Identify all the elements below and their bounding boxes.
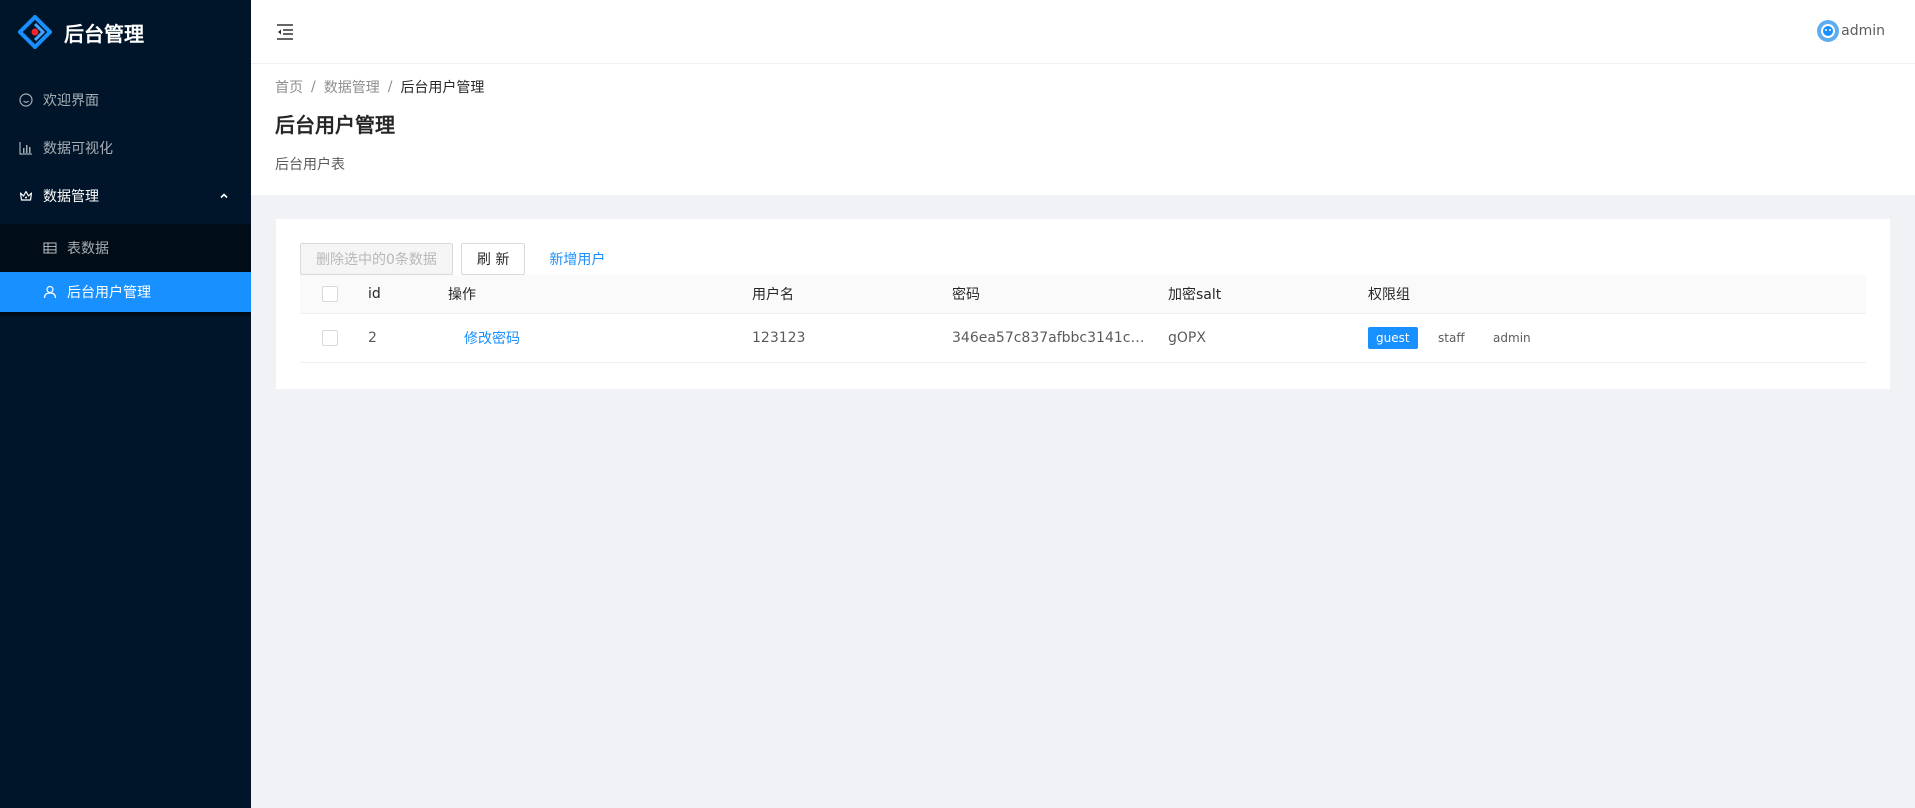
breadcrumb-separator: / — [387, 79, 393, 95]
sidebar: 后台管理 欢迎界面 数据可视化 数据管理 表数据 后台用户管理 — [0, 0, 251, 808]
delete-selected-button[interactable]: 删除选中的0条数据 — [300, 243, 453, 275]
sidebar-item-label: 表数据 — [67, 241, 109, 257]
cell-password: 346ea57c837afbbc3141cd771... — [944, 313, 1160, 363]
sidebar-item-visualization[interactable]: 数据可视化 — [0, 128, 251, 168]
change-password-link[interactable]: 修改密码 — [464, 331, 520, 347]
add-user-button[interactable]: 新增用户 — [533, 243, 621, 275]
smile-icon — [19, 93, 33, 107]
breadcrumb-home[interactable]: 首页 — [275, 77, 303, 97]
sidebar-item-data-management[interactable]: 数据管理 — [0, 176, 251, 216]
breadcrumb-separator: / — [311, 79, 316, 95]
cell-action: 修改密码 — [440, 313, 744, 363]
column-header-action: 操作 — [440, 275, 744, 314]
username: admin — [1841, 23, 1885, 39]
cell-roles: guest staff admin — [1360, 313, 1866, 363]
cell-username: 123123 — [744, 313, 944, 363]
breadcrumb-data-management[interactable]: 数据管理 — [324, 77, 380, 97]
top-header: admin — [251, 0, 1915, 64]
refresh-button[interactable]: 刷 新 — [460, 243, 526, 275]
sidebar-item-label: 数据管理 — [43, 189, 99, 205]
page-header: 首页 / 数据管理 / 后台用户管理 后台用户管理 后台用户表 — [251, 64, 1915, 195]
avatar — [1817, 20, 1840, 42]
column-header-salt: 加密salt — [1160, 275, 1360, 314]
sidebar-submenu: 表数据 后台用户管理 — [0, 224, 251, 316]
sidebar-item-welcome[interactable]: 欢迎界面 — [0, 80, 251, 120]
table-icon — [43, 241, 57, 255]
table-toolbar: 删除选中的0条数据 刷 新 新增用户 — [300, 243, 1866, 275]
table-row: 2 修改密码 123123 346ea57c837afbbc3141cd771.… — [300, 313, 1866, 363]
crown-icon — [19, 189, 33, 203]
role-tag-guest[interactable]: guest — [1368, 326, 1418, 349]
user-menu[interactable]: admin — [1817, 20, 1885, 42]
column-header-username[interactable]: 用户名 — [744, 275, 944, 314]
sidebar-item-admin-users[interactable]: 后台用户管理 — [0, 272, 251, 312]
app-title: 后台管理 — [64, 21, 144, 46]
select-all-cell — [300, 275, 360, 314]
role-tag-admin[interactable]: admin — [1485, 327, 1539, 349]
chevron-up-icon — [220, 193, 228, 199]
users-table: id 操作 用户名 密码 加密salt 权限组 2 修改密码 123123 34… — [300, 275, 1866, 363]
page-title: 后台用户管理 — [275, 113, 395, 137]
role-tag-staff[interactable]: staff — [1430, 327, 1473, 349]
row-checkbox[interactable] — [322, 329, 338, 346]
breadcrumb: 首页 / 数据管理 / 后台用户管理 — [275, 76, 1891, 98]
column-header-password: 密码 — [944, 275, 1160, 314]
sidebar-item-table-data[interactable]: 表数据 — [0, 228, 251, 268]
sidebar-item-label: 后台用户管理 — [67, 285, 151, 301]
user-icon — [43, 285, 57, 299]
page-description: 后台用户表 — [275, 157, 345, 173]
password-hash: 346ea57c837afbbc3141cd771... — [952, 329, 1152, 346]
sidebar-menu: 欢迎界面 数据可视化 数据管理 表数据 后台用户管理 — [0, 80, 251, 316]
bar-chart-icon — [19, 141, 33, 155]
cell-salt: gOPX — [1160, 313, 1360, 363]
app-logo-icon — [18, 15, 52, 49]
breadcrumb-current: 后台用户管理 — [400, 80, 485, 96]
cell-id: 2 — [360, 313, 440, 363]
table-header-row: id 操作 用户名 密码 加密salt 权限组 — [300, 275, 1866, 314]
column-header-id[interactable]: id — [360, 275, 440, 314]
logo[interactable]: 后台管理 — [0, 0, 251, 64]
avatar-icon — [1821, 24, 1836, 38]
row-select-cell — [300, 313, 360, 363]
content-card: 删除选中的0条数据 刷 新 新增用户 id 操作 用户名 密码 加密salt 权… — [276, 219, 1890, 389]
column-header-roles: 权限组 — [1360, 275, 1866, 314]
sidebar-item-label: 数据可视化 — [43, 141, 113, 157]
sidebar-item-label: 欢迎界面 — [43, 93, 99, 109]
select-all-checkbox[interactable] — [322, 285, 338, 302]
menu-fold-icon[interactable] — [275, 22, 295, 42]
